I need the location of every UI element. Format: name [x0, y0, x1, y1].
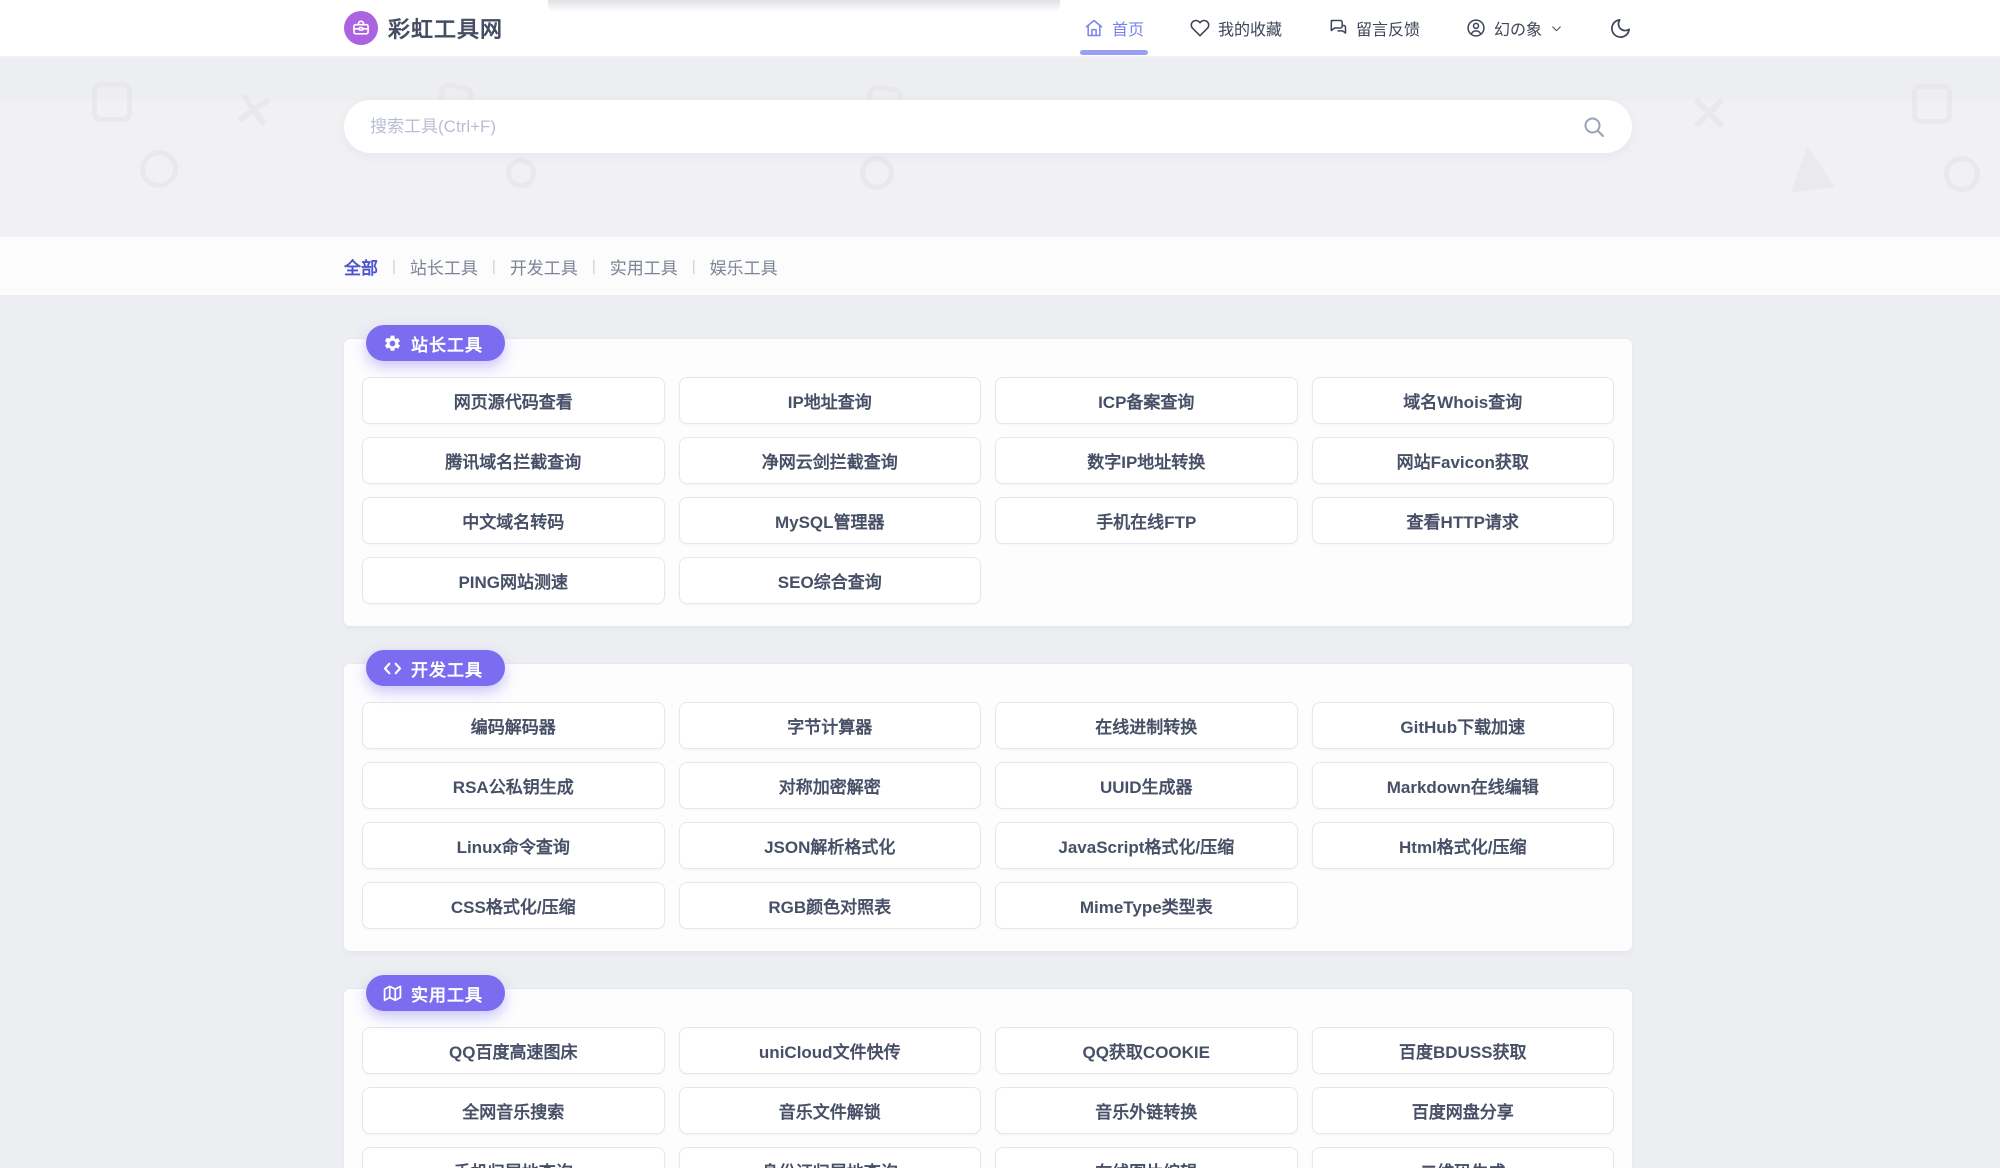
tool-button[interactable]: 腾讯域名拦截查询: [362, 437, 665, 484]
tool-button[interactable]: 百度BDUSS获取: [1312, 1027, 1615, 1074]
main-nav: 首页 我的收藏 留言反馈: [1084, 0, 1632, 56]
tool-button[interactable]: 二维码生成: [1312, 1147, 1615, 1168]
tool-button[interactable]: QQ百度高速图床: [362, 1027, 665, 1074]
tool-button[interactable]: Html格式化/压缩: [1312, 822, 1615, 869]
tool-button[interactable]: Linux命令查询: [362, 822, 665, 869]
main-content: 站长工具网页源代码查看 IP地址查询 ICP备案查询域名Whois查询腾讯域名拦截查…: [0, 295, 2000, 1168]
section-title: 站长工具: [411, 331, 483, 356]
filter-separator: |: [592, 258, 596, 275]
tool-button[interactable]: QQ获取COOKIE: [995, 1027, 1298, 1074]
section-badge: 开发工具: [366, 650, 505, 686]
tool-button[interactable]: Markdown在线编辑: [1312, 762, 1615, 809]
brand-logo[interactable]: 彩虹工具网: [344, 11, 503, 45]
search-band: [0, 100, 2000, 237]
tool-button[interactable]: MySQL管理器: [679, 497, 982, 544]
filter-strip: 全部 | 站长工具 | 开发工具 | 实用工具 | 娱乐工具: [0, 237, 2000, 295]
tool-button[interactable]: JavaScript格式化/压缩: [995, 822, 1298, 869]
search-icon[interactable]: [1582, 115, 1606, 139]
toolbox-icon: [344, 11, 378, 45]
tool-button[interactable]: uniCloud文件快传: [679, 1027, 982, 1074]
nav-label: 幻の象: [1494, 16, 1542, 40]
tool-button[interactable]: 域名Whois查询: [1312, 377, 1615, 424]
tool-button[interactable]: IP地址查询: [679, 377, 982, 424]
filter-separator: |: [492, 258, 496, 275]
search-bar[interactable]: [344, 100, 1632, 153]
tool-button[interactable]: PING网站测速: [362, 557, 665, 604]
tool-button[interactable]: 全网音乐搜索: [362, 1087, 665, 1134]
category-filters: 全部 | 站长工具 | 开发工具 | 实用工具 | 娱乐工具: [344, 237, 1632, 295]
tool-button[interactable]: 手机归属地查询: [362, 1147, 665, 1168]
header: 彩虹工具网 首页 我的收藏: [0, 0, 2000, 57]
heart-icon: [1190, 18, 1210, 38]
brand-name: 彩虹工具网: [388, 12, 503, 44]
tool-button[interactable]: 查看HTTP请求: [1312, 497, 1615, 544]
feedback-icon: [1328, 18, 1348, 38]
section-title: 开发工具: [411, 656, 483, 681]
tool-grid: 编码解码器字节计算器在线进制转换 GitHub下载加速 RSA公私钥生成对称加密解密…: [362, 702, 1614, 929]
nav-item-feedback[interactable]: 留言反馈: [1328, 0, 1420, 56]
nav-item-favorites[interactable]: 我的收藏: [1190, 0, 1282, 56]
chevron-down-icon: [1550, 22, 1563, 35]
user-icon: [1466, 18, 1486, 38]
tool-button[interactable]: 手机在线FTP: [995, 497, 1298, 544]
tool-button[interactable]: 音乐外链转换: [995, 1087, 1298, 1134]
nav-label: 我的收藏: [1218, 16, 1282, 40]
section-utility: 实用工具QQ百度高速图床uniCloud文件快传QQ获取COOKIE百度BDUS…: [344, 989, 1632, 1168]
tool-button[interactable]: 音乐文件解锁: [679, 1087, 982, 1134]
tool-button[interactable]: RSA公私钥生成: [362, 762, 665, 809]
tool-button[interactable]: 网站Favicon获取: [1312, 437, 1615, 484]
moon-icon: [1609, 17, 1632, 40]
tool-button[interactable]: 身份证归属地查询: [679, 1147, 982, 1168]
tool-button[interactable]: 中文域名转码: [362, 497, 665, 544]
filter-entertainment-tools[interactable]: 娱乐工具: [710, 254, 778, 279]
nav-label: 留言反馈: [1356, 16, 1420, 40]
filter-webmaster-tools[interactable]: 站长工具: [410, 254, 478, 279]
nav-item-home[interactable]: 首页: [1084, 0, 1144, 56]
home-icon: [1084, 18, 1104, 38]
tool-button[interactable]: SEO综合查询: [679, 557, 982, 604]
filter-dev-tools[interactable]: 开发工具: [510, 254, 578, 279]
theme-toggle-button[interactable]: [1609, 17, 1632, 40]
nav-item-user-menu[interactable]: 幻の象: [1466, 0, 1563, 56]
tool-button[interactable]: GitHub下载加速: [1312, 702, 1615, 749]
section-webmaster: 站长工具网页源代码查看IP地址查询ICP备案查询域名Whois查询腾讯域名拦截查…: [344, 339, 1632, 626]
code-icon: [383, 659, 402, 678]
tool-button[interactable]: JSON解析格式化: [679, 822, 982, 869]
tool-button[interactable]: MimeType类型表: [995, 882, 1298, 929]
tool-grid: QQ百度高速图床 uniCloud文件快传 QQ获取COOKIE 百度BDUSS获取全…: [362, 1027, 1614, 1168]
filter-separator: |: [692, 258, 696, 275]
section-title: 实用工具: [411, 981, 483, 1006]
section-badge: 实用工具: [366, 975, 505, 1011]
tool-button[interactable]: UUID生成器: [995, 762, 1298, 809]
tool-button[interactable]: 在线图片编辑: [995, 1147, 1298, 1168]
tool-button[interactable]: 净网云剑拦截查询: [679, 437, 982, 484]
section-dev: 开发工具编码解码器字节计算器在线进制转换GitHub下载加速RSA公私钥生成对称…: [344, 664, 1632, 951]
tool-button[interactable]: 字节计算器: [679, 702, 982, 749]
tool-grid: 网页源代码查看 IP地址查询 ICP备案查询域名Whois查询腾讯域名拦截查询净网云…: [362, 377, 1614, 604]
filter-all[interactable]: 全部: [344, 254, 378, 279]
page: 彩虹工具网 首页 我的收藏: [0, 0, 2000, 1168]
map-icon: [383, 984, 402, 1003]
section-badge: 站长工具: [366, 325, 505, 361]
tool-button[interactable]: CSS格式化/压缩: [362, 882, 665, 929]
search-input[interactable]: [370, 117, 1582, 137]
tool-button[interactable]: RGB颜色对照表: [679, 882, 982, 929]
tool-button[interactable]: ICP备案查询: [995, 377, 1298, 424]
filter-utility-tools[interactable]: 实用工具: [610, 254, 678, 279]
tool-button[interactable]: 网页源代码查看: [362, 377, 665, 424]
tool-button[interactable]: 数字IP地址转换: [995, 437, 1298, 484]
gear-icon: [383, 334, 402, 353]
nav-label: 首页: [1112, 16, 1144, 40]
tool-button[interactable]: 在线进制转换: [995, 702, 1298, 749]
tool-button[interactable]: 编码解码器: [362, 702, 665, 749]
tool-button[interactable]: 对称加密解密: [679, 762, 982, 809]
tool-button[interactable]: 百度网盘分享: [1312, 1087, 1615, 1134]
sections-container: 站长工具网页源代码查看IP地址查询ICP备案查询域名Whois查询腾讯域名拦截查…: [344, 339, 1632, 1168]
filter-separator: |: [392, 258, 396, 275]
